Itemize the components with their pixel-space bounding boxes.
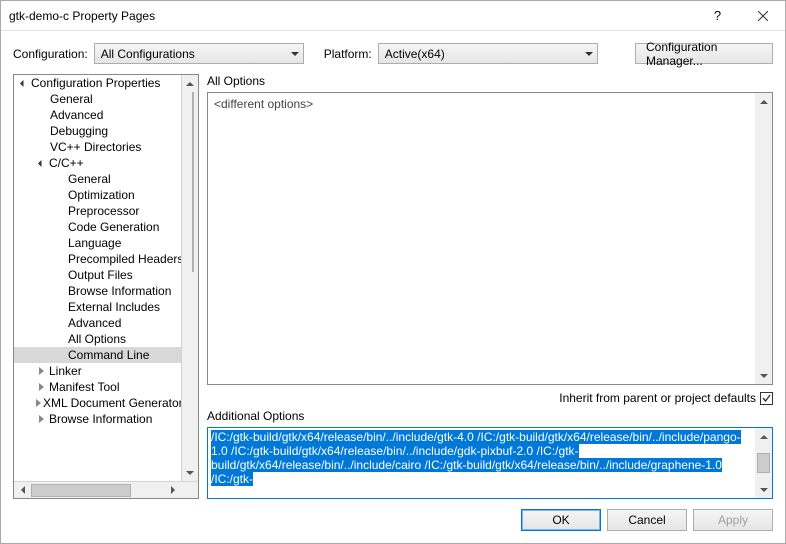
tree-item[interactable]: All Options (14, 331, 181, 347)
additional-options-textarea[interactable]: /IC:/gtk-build/gtk/x64/release/bin/../in… (207, 427, 773, 499)
all-options-box[interactable]: <different options> (207, 92, 773, 385)
tree-item[interactable]: Advanced (14, 107, 181, 123)
all-options-label: All Options (207, 74, 773, 88)
tree-item[interactable]: Preprocessor (14, 203, 181, 219)
additional-options-label: Additional Options (207, 409, 773, 423)
platform-value: Active(x64) (385, 47, 445, 61)
chevron-down-icon (291, 52, 299, 56)
tree-item[interactable]: General (14, 91, 181, 107)
expand-icon[interactable] (36, 398, 41, 409)
help-button[interactable]: ? (695, 1, 740, 30)
titlebar: gtk-demo-c Property Pages ? (1, 1, 785, 31)
expand-icon[interactable] (36, 366, 47, 377)
inherit-checkbox[interactable] (760, 392, 773, 405)
configuration-manager-button[interactable]: Configuration Manager... (635, 43, 773, 64)
tree-item[interactable]: Output Files (14, 267, 181, 283)
scroll-down-button[interactable] (182, 464, 199, 481)
close-icon (758, 11, 768, 21)
property-tree[interactable]: Configuration Properties General Advance… (13, 74, 199, 499)
check-icon (761, 393, 772, 404)
right-panel: All Options <different options> Inherit … (207, 74, 773, 499)
apply-button: Apply (693, 509, 773, 531)
tree-item[interactable]: Linker (14, 363, 181, 379)
scroll-up-button[interactable] (182, 75, 199, 92)
tree-item[interactable]: External Includes (14, 299, 181, 315)
configuration-value: All Configurations (101, 47, 195, 61)
scrollbar-track[interactable] (755, 110, 772, 367)
scrollbar-thumb[interactable] (31, 484, 131, 497)
window-title: gtk-demo-c Property Pages (9, 9, 695, 23)
scroll-down-button[interactable] (755, 367, 772, 384)
tree-item[interactable]: General (14, 171, 181, 187)
cancel-button[interactable]: Cancel (607, 509, 687, 531)
tree-scrollbar-horizontal[interactable] (14, 481, 198, 498)
scroll-left-button[interactable] (14, 482, 31, 499)
scrollbar-track[interactable] (755, 445, 772, 481)
chevron-down-icon (585, 52, 593, 56)
tree-item[interactable]: Browse Information (14, 411, 181, 427)
expand-icon[interactable] (18, 78, 29, 89)
configuration-dropdown[interactable]: All Configurations (94, 43, 304, 64)
scroll-right-button[interactable] (164, 482, 181, 499)
ok-button[interactable]: OK (521, 509, 601, 531)
tree-item[interactable]: Optimization (14, 187, 181, 203)
tree-item[interactable]: Language (14, 235, 181, 251)
scroll-down-button[interactable] (755, 481, 772, 498)
scrollbar-track[interactable] (31, 484, 164, 497)
tree-item[interactable]: Advanced (14, 315, 181, 331)
expand-icon[interactable] (36, 382, 47, 393)
dialog-footer: OK Cancel Apply (1, 499, 785, 543)
tree-item[interactable]: Precompiled Headers (14, 251, 181, 267)
scrollbar-thumb[interactable] (757, 453, 770, 473)
scroll-up-button[interactable] (755, 93, 772, 110)
tree-item-selected[interactable]: Command Line (14, 347, 181, 363)
expand-icon[interactable] (36, 158, 47, 169)
expand-icon[interactable] (36, 414, 47, 425)
platform-dropdown[interactable]: Active(x64) (378, 43, 598, 64)
config-toolbar: Configuration: All Configurations Platfo… (1, 31, 785, 74)
additional-options-scrollbar[interactable] (755, 428, 772, 498)
all-options-scrollbar[interactable] (755, 93, 772, 384)
scrollbar-thumb[interactable] (192, 92, 194, 272)
inherit-label: Inherit from parent or project defaults (559, 391, 756, 405)
tree-scrollbar-vertical[interactable] (181, 75, 198, 481)
tree-item[interactable]: Manifest Tool (14, 379, 181, 395)
platform-label: Platform: (324, 47, 372, 61)
tree-item[interactable]: XML Document Generator (14, 395, 181, 411)
all-options-value: <different options> (208, 93, 755, 384)
configuration-label: Configuration: (13, 47, 88, 61)
tree-item[interactable]: Debugging (14, 123, 181, 139)
tree-item[interactable]: Browse Information (14, 283, 181, 299)
tree-item-cpp[interactable]: C/C++ (14, 155, 181, 171)
scroll-up-button[interactable] (755, 428, 772, 445)
property-pages-dialog: gtk-demo-c Property Pages ? Configuratio… (0, 0, 786, 544)
additional-options-text: /IC:/gtk-build/gtk/x64/release/bin/../in… (208, 428, 755, 498)
close-button[interactable] (740, 1, 785, 30)
tree-item[interactable]: VC++ Directories (14, 139, 181, 155)
tree-item-root[interactable]: Configuration Properties (14, 75, 181, 91)
tree-item[interactable]: Code Generation (14, 219, 181, 235)
